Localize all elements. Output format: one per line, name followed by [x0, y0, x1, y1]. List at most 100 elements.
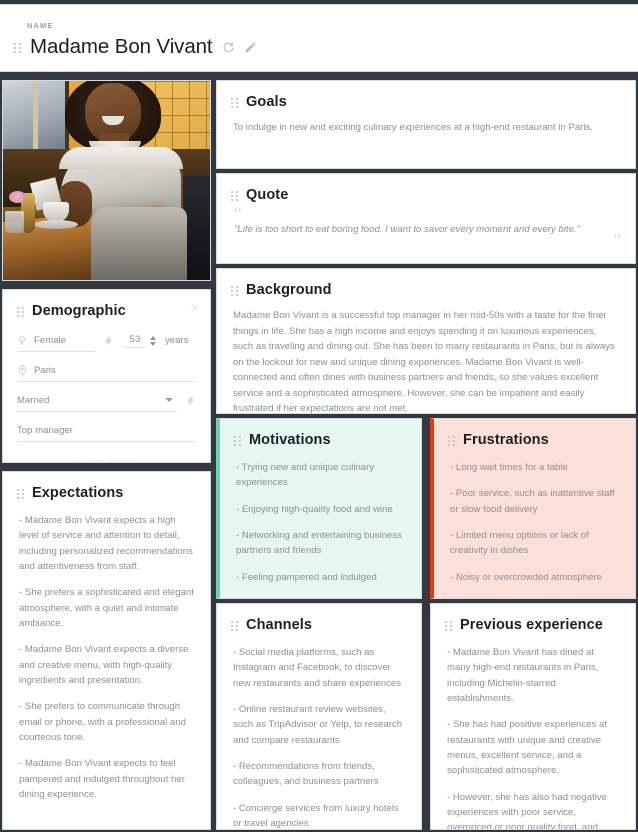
- list-item: - Limited menu options or lack of creati…: [450, 530, 589, 557]
- expectations-card: Expectations - Madame Bon Vivant expects…: [2, 471, 211, 830]
- quote-header: Quote: [217, 174, 635, 203]
- persona-title-row: Madame Bon Vivant: [14, 35, 257, 59]
- list-item: - She has had positive experiences at re…: [447, 719, 607, 777]
- stepper-arrows-icon[interactable]: [150, 335, 156, 346]
- drag-handle-icon[interactable]: [17, 488, 24, 500]
- list-item: - However, she has also had negative exp…: [447, 791, 607, 830]
- expectations-list: - Madame Bon Vivant expects a high level…: [3, 501, 210, 815]
- age-value[interactable]: 53: [124, 334, 146, 348]
- demographic-form: Female 53 years Paris Married Top manage…: [3, 319, 210, 462]
- card-title: Previous experience: [460, 617, 603, 633]
- location-row: Paris: [17, 358, 196, 383]
- expectations-header: Expectations: [3, 472, 210, 501]
- location-value: Paris: [34, 364, 56, 376]
- drag-handle-icon[interactable]: [17, 306, 24, 318]
- quote-open-mark: “: [234, 204, 243, 225]
- list-item: - Concierge services from luxury hotels …: [233, 802, 399, 830]
- add-field-button[interactable]: + ADD FIELD: [17, 448, 196, 462]
- list-item: - Networking and entertaining business p…: [236, 530, 402, 557]
- chevron-down-icon[interactable]: [165, 398, 173, 402]
- page-title: Madame Bon Vivant: [30, 35, 213, 58]
- refresh-icon[interactable]: [222, 41, 235, 54]
- name-field-label: NAME: [27, 21, 54, 30]
- location-pin-icon: [18, 365, 27, 376]
- gender-age-row: Female 53 years: [17, 328, 196, 353]
- drag-handle-icon[interactable]: [448, 435, 455, 447]
- occupation-value: Top manager: [17, 424, 73, 436]
- list-item: - Enjoying high-quality food and wine: [236, 503, 393, 515]
- list-item: - Madame Bon Vivant expects a high level…: [19, 515, 193, 573]
- goals-header: Goals: [217, 81, 635, 110]
- drag-handle-icon[interactable]: [445, 620, 452, 632]
- persona-board: NAME Madame Bon Vivant Demographic ✕ Fem…: [0, 0, 638, 832]
- demographic-header: Demographic: [3, 290, 210, 319]
- occupation-field[interactable]: Top manager: [17, 420, 196, 442]
- drag-handle-icon[interactable]: [231, 190, 238, 202]
- goals-card: Goals To indulge in new and exciting cul…: [216, 80, 636, 169]
- background-card: Background Madame Bon Vivant is a succes…: [216, 268, 636, 414]
- previous-experience-list: - Madame Bon Vivant has dined at many hi…: [431, 633, 635, 830]
- marital-status-value: Married: [17, 394, 50, 406]
- list-item: - Madame Bon Vivant expects to feel pamp…: [19, 758, 185, 801]
- persona-photo[interactable]: [2, 80, 211, 281]
- list-item: - She prefers a sophisticated and elegan…: [19, 587, 194, 630]
- drag-handle-icon[interactable]: [234, 435, 241, 447]
- card-title: Goals: [246, 94, 287, 110]
- card-title: Channels: [246, 617, 313, 633]
- list-item: - Feeling pampered and indulged: [236, 571, 377, 583]
- drag-handle-icon[interactable]: [231, 620, 238, 632]
- card-title: Quote: [246, 187, 289, 203]
- list-item: - Noisy or overcrowded atmosphere: [450, 571, 602, 583]
- quote-text: "Life is too short to eat boring food. I…: [234, 224, 580, 235]
- previous-experience-header: Previous experience: [431, 604, 635, 633]
- edit-pencil-icon[interactable]: [244, 41, 257, 54]
- background-header: Background: [217, 269, 635, 298]
- list-item: - Social media platforms, such as Instag…: [233, 647, 401, 689]
- age-unit-label: years: [165, 335, 189, 346]
- list-item: - She prefers to communicate through ema…: [19, 701, 186, 744]
- frustrations-list: - Long wait times for a table - Poor ser…: [434, 448, 635, 598]
- channels-card: Channels - Social media platforms, such …: [216, 603, 422, 830]
- card-title: Expectations: [32, 485, 124, 501]
- drag-handle-icon[interactable]: [14, 42, 21, 54]
- drag-handle-icon[interactable]: [231, 97, 238, 109]
- gear-icon[interactable]: [185, 395, 196, 406]
- gear-icon[interactable]: [103, 335, 114, 346]
- card-title: Frustrations: [463, 432, 549, 448]
- card-title: Motivations: [249, 432, 331, 448]
- gender-field[interactable]: Female: [17, 330, 95, 352]
- motivations-header: Motivations: [220, 419, 421, 448]
- frustrations-header: Frustrations: [434, 419, 635, 448]
- drag-handle-icon[interactable]: [231, 285, 238, 297]
- motivations-list: - Trying new and unique culinary experie…: [220, 448, 421, 598]
- list-item: - Online restaurant review websites, suc…: [233, 704, 403, 746]
- list-item: - Long wait times for a table: [450, 462, 568, 473]
- occupation-row: Top manager: [17, 418, 196, 443]
- list-item: - Madame Bon Vivant expects a diverse an…: [19, 644, 189, 687]
- goals-text: To indulge in new and exciting culinary …: [233, 122, 593, 133]
- frustrations-card: Frustrations - Long wait times for a tab…: [430, 418, 636, 599]
- background-text: Madame Bon Vivant is a successful top ma…: [233, 310, 615, 414]
- quote-close-mark: ”: [612, 231, 621, 252]
- gender-value: Female: [34, 334, 66, 346]
- list-item: - Overpriced or poor quality food and dr…: [450, 596, 619, 598]
- quote-card: Quote “ "Life is too short to eat boring…: [216, 173, 636, 264]
- list-item: - Experiencing excellent service and a s…: [236, 596, 405, 598]
- card-title: Demographic: [32, 303, 126, 319]
- channels-header: Channels: [217, 604, 421, 633]
- gender-icon: [19, 335, 25, 345]
- list-item: - Poor service, such as inattentive staf…: [450, 488, 615, 515]
- persona-header: NAME Madame Bon Vivant: [0, 4, 638, 72]
- close-icon[interactable]: ✕: [190, 302, 200, 314]
- card-title: Background: [246, 282, 332, 298]
- motivations-card: Motivations - Trying new and unique culi…: [216, 418, 422, 599]
- list-item: - Recommendations from friends, colleagu…: [233, 761, 379, 788]
- age-stepper[interactable]: 53 years: [124, 334, 188, 348]
- demographic-card: Demographic ✕ Female 53 years Paris Marr…: [2, 289, 211, 463]
- marital-status-row: Married: [17, 388, 196, 413]
- list-item: - Madame Bon Vivant has dined at many hi…: [447, 647, 599, 705]
- previous-experience-card: Previous experience - Madame Bon Vivant …: [430, 603, 636, 830]
- marital-status-select[interactable]: Married: [17, 390, 177, 412]
- channels-list: - Social media platforms, such as Instag…: [217, 633, 421, 830]
- location-field[interactable]: Paris: [17, 360, 196, 382]
